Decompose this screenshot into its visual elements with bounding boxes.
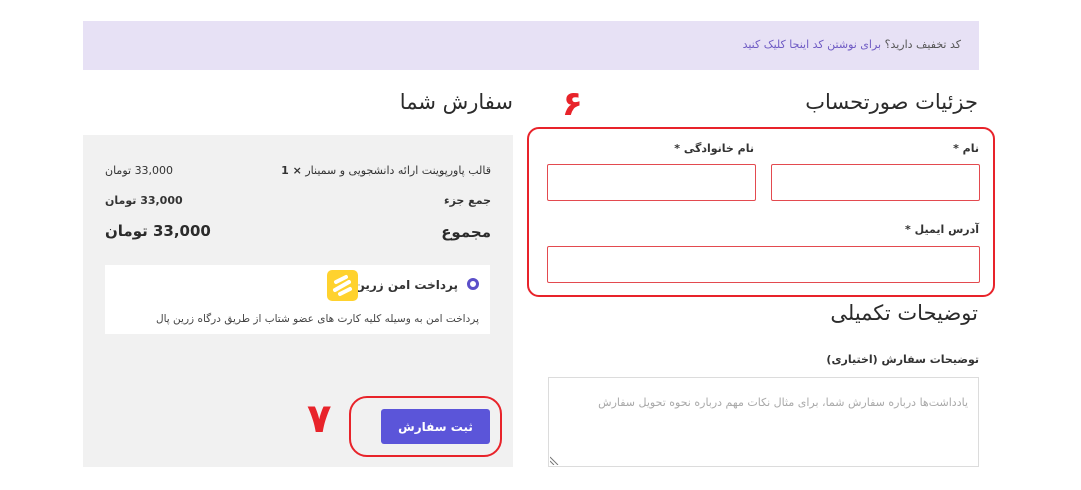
order-notes-placeholder: یادداشت‌ها درباره سفارش شما، برای مثال ن…: [598, 396, 968, 409]
annotation-step-6: ۶: [562, 84, 583, 124]
product-quantity: × 1: [281, 164, 302, 177]
coupon-notice-bar: کد تخفیف دارید؟ برای نوشتن کد اینجا کلیک…: [83, 21, 979, 70]
payment-method-box: پرداخت امن زرین پال پرداخت امن به وسیله …: [105, 265, 490, 334]
payment-description: پرداخت امن به وسیله کلیه کارت های عضو شت…: [155, 313, 479, 325]
order-notes-textarea[interactable]: یادداشت‌ها درباره سفارش شما، برای مثال ن…: [548, 377, 979, 467]
coupon-link[interactable]: برای نوشتن کد اینجا کلیک کنید: [743, 38, 882, 51]
product-name: قالب پاورپوینت ارائه دانشجویی و سمینار ×…: [281, 164, 491, 177]
coupon-notice: کد تخفیف دارید؟ برای نوشتن کد اینجا کلیک…: [743, 38, 961, 51]
place-order-button[interactable]: ثبت سفارش: [381, 409, 490, 444]
total-value: 33,000 تومان: [105, 222, 211, 240]
first-name-label: نام *: [953, 142, 979, 155]
first-name-field[interactable]: [771, 164, 980, 201]
additional-info-title: توضیحات تکمیلی: [830, 301, 978, 325]
billing-title: جزئیات صورتحساب: [805, 90, 978, 114]
resize-grip-icon[interactable]: [550, 456, 559, 465]
payment-radio[interactable]: [467, 278, 479, 290]
subtotal-value: 33,000 تومان: [105, 194, 183, 207]
last-name-label: نام خانوادگی *: [674, 142, 754, 155]
total-label: مجموع: [441, 223, 491, 241]
order-title: سفارش شما: [399, 90, 513, 114]
zarinpal-logo-icon: [327, 270, 358, 301]
order-notes-label: توضیحات سفارش (اختیاری): [826, 353, 979, 366]
email-field[interactable]: [547, 246, 980, 283]
coupon-question: کد تخفیف دارید؟: [884, 38, 961, 51]
product-price: 33,000 تومان: [105, 164, 174, 177]
annotation-step-7: ۷: [307, 396, 332, 442]
last-name-field[interactable]: [547, 164, 756, 201]
email-label: آدرس ایمیل *: [905, 223, 979, 236]
subtotal-label: جمع جزء: [443, 194, 491, 207]
